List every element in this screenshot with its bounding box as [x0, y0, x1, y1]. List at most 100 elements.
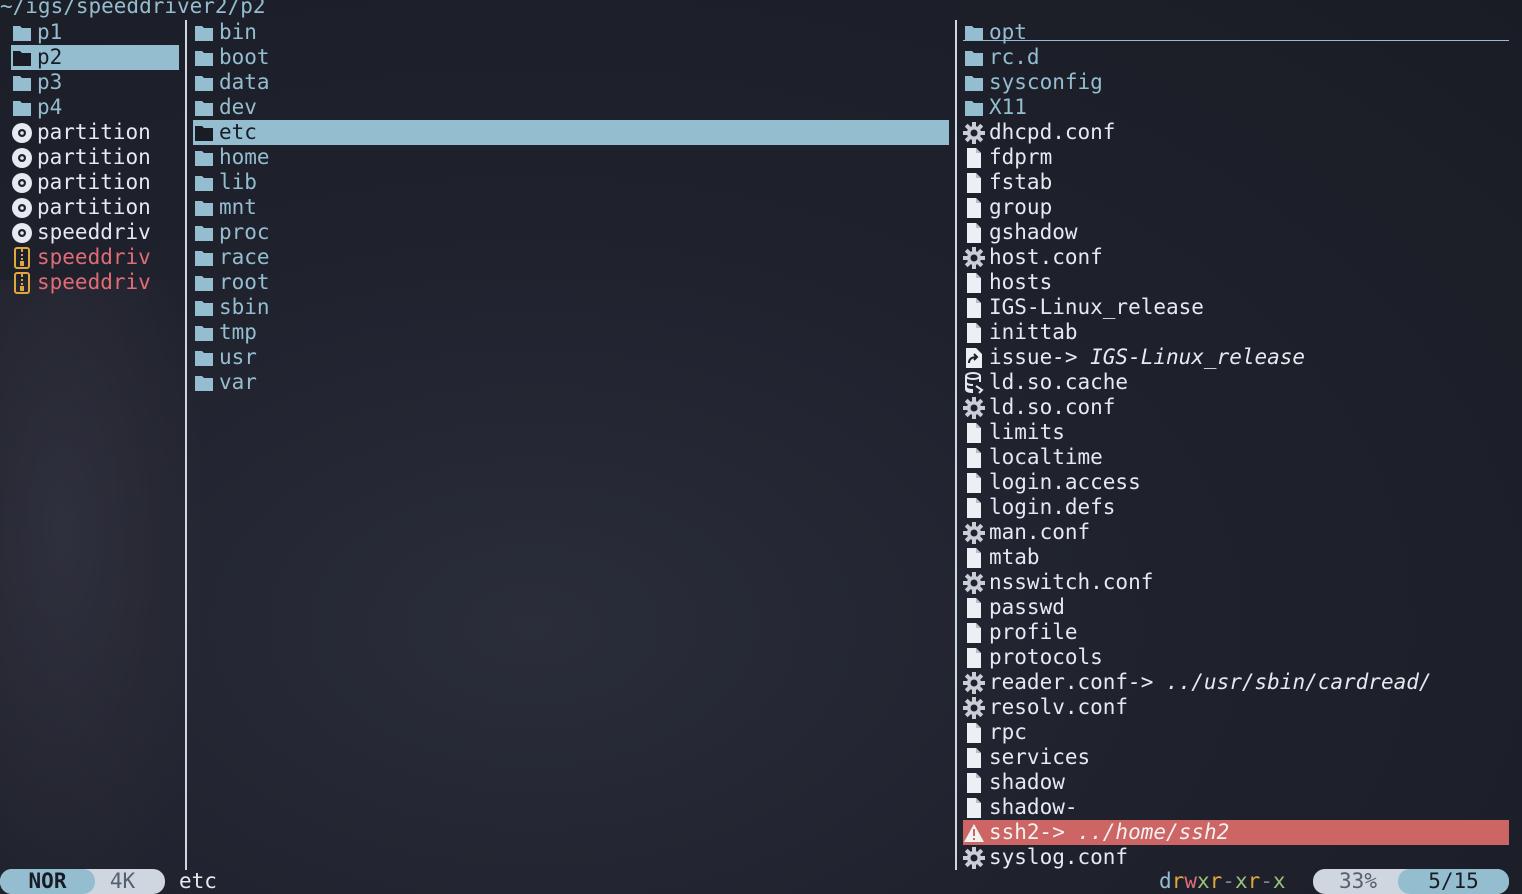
file-entry[interactable]: localtime — [963, 445, 1509, 470]
file-name: sbin — [219, 295, 270, 319]
file-entry[interactable]: data — [193, 70, 949, 95]
file-entry[interactable]: speeddriv — [11, 245, 179, 270]
file-icon — [963, 320, 985, 345]
file-entry[interactable]: services — [963, 745, 1509, 770]
file-entry[interactable]: passwd — [963, 595, 1509, 620]
file-entry[interactable]: boot — [193, 45, 949, 70]
file-entry[interactable]: ssh2 -> ../home/ssh2 — [963, 820, 1509, 845]
file-name: man.conf — [989, 520, 1091, 544]
folder-icon — [193, 70, 215, 95]
file-entry[interactable]: dev — [193, 95, 949, 120]
file-name: fdprm — [989, 145, 1053, 169]
file-name: protocols — [989, 645, 1103, 669]
file-entry[interactable]: usr — [193, 345, 949, 370]
file-entry[interactable]: home — [193, 145, 949, 170]
file-entry[interactable]: lib — [193, 170, 949, 195]
file-name: bin — [219, 20, 257, 44]
file-entry[interactable]: etc — [193, 120, 949, 145]
file-entry[interactable]: reader.conf -> ../usr/sbin/cardread/ — [963, 670, 1509, 695]
file-name: reader.conf — [989, 670, 1129, 694]
file-entry[interactable]: opt — [963, 20, 1509, 45]
folder-icon — [193, 220, 215, 245]
file-name: race — [219, 245, 270, 269]
file-entry[interactable]: speeddriv — [11, 220, 179, 245]
file-entry[interactable]: rc.d — [963, 45, 1509, 70]
file-entry[interactable]: X11 — [963, 95, 1509, 120]
file-name: nsswitch.conf — [989, 570, 1154, 594]
file-entry[interactable]: partition — [11, 195, 179, 220]
file-entry[interactable]: resolv.conf — [963, 695, 1509, 720]
file-entry[interactable]: shadow — [963, 770, 1509, 795]
file-entry[interactable]: fstab — [963, 170, 1509, 195]
file-entry[interactable]: p2 — [11, 45, 179, 70]
file-entry[interactable]: speeddriv — [11, 270, 179, 295]
file-entry[interactable]: issue -> IGS-Linux_release — [963, 345, 1509, 370]
file-entry[interactable]: IGS-Linux_release — [963, 295, 1509, 320]
folder-icon — [963, 20, 985, 45]
file-entry[interactable]: hosts — [963, 270, 1509, 295]
file-entry[interactable]: login.access — [963, 470, 1509, 495]
file-entry[interactable]: protocols — [963, 645, 1509, 670]
file-entry[interactable]: p1 — [11, 20, 179, 45]
file-icon — [963, 270, 985, 295]
file-entry[interactable]: fdprm — [963, 145, 1509, 170]
file-entry[interactable]: syslog.conf — [963, 845, 1509, 870]
gear-icon — [963, 120, 985, 145]
file-icon — [963, 420, 985, 445]
file-entry[interactable]: dhcpd.conf — [963, 120, 1509, 145]
file-name: p3 — [37, 70, 63, 94]
file-entry[interactable]: var — [193, 370, 949, 395]
file-entry[interactable]: rpc — [963, 720, 1509, 745]
file-entry[interactable]: partition — [11, 145, 179, 170]
file-entry[interactable]: partition — [11, 120, 179, 145]
file-name: speeddriv — [37, 270, 151, 294]
file-entry[interactable]: nsswitch.conf — [963, 570, 1509, 595]
file-entry[interactable]: mtab — [963, 545, 1509, 570]
file-entry[interactable]: root — [193, 270, 949, 295]
database-icon — [963, 370, 985, 395]
folder-icon — [11, 70, 33, 95]
file-entry[interactable]: proc — [193, 220, 949, 245]
file-name: dhcpd.conf — [989, 120, 1116, 144]
file-entry[interactable]: group — [963, 195, 1509, 220]
disc-icon — [11, 120, 33, 145]
cursor-position: 5/15 — [1398, 869, 1509, 894]
pane-divider-right — [955, 20, 957, 870]
size-indicator: 4K — [109, 869, 136, 893]
file-entry[interactable]: partition — [11, 170, 179, 195]
folder-icon — [193, 320, 215, 345]
file-icon — [963, 220, 985, 245]
file-entry[interactable]: bin — [193, 20, 949, 45]
file-entry[interactable]: profile — [963, 620, 1509, 645]
file-entry[interactable]: tmp — [193, 320, 949, 345]
file-entry[interactable]: p3 — [11, 70, 179, 95]
symlink-icon — [963, 345, 985, 370]
file-name: syslog.conf — [989, 845, 1129, 869]
file-entry[interactable]: inittab — [963, 320, 1509, 345]
file-entry[interactable]: ld.so.conf — [963, 395, 1509, 420]
symlink-target: -> ../usr/sbin/cardread/ — [1128, 670, 1432, 694]
status-filename: etc — [179, 869, 217, 893]
file-entry[interactable]: p4 — [11, 95, 179, 120]
file-entry[interactable]: ld.so.cache — [963, 370, 1509, 395]
gear-icon — [963, 245, 985, 270]
folder-icon — [193, 45, 215, 70]
folder-icon — [193, 295, 215, 320]
file-entry[interactable]: login.defs — [963, 495, 1509, 520]
file-entry[interactable]: race — [193, 245, 949, 270]
file-entry[interactable]: host.conf — [963, 245, 1509, 270]
file-entry[interactable]: sbin — [193, 295, 949, 320]
file-name: resolv.conf — [989, 695, 1129, 719]
file-icon — [963, 770, 985, 795]
file-entry[interactable]: shadow- — [963, 795, 1509, 820]
file-name: lib — [219, 170, 257, 194]
file-entry[interactable]: man.conf — [963, 520, 1509, 545]
file-entry[interactable]: mnt — [193, 195, 949, 220]
file-entry[interactable]: limits — [963, 420, 1509, 445]
file-entry[interactable]: sysconfig — [963, 70, 1509, 95]
file-name: partition — [37, 120, 151, 144]
disc-icon — [11, 145, 33, 170]
file-name: mtab — [989, 545, 1040, 569]
file-entry[interactable]: gshadow — [963, 220, 1509, 245]
folder-icon — [193, 370, 215, 395]
